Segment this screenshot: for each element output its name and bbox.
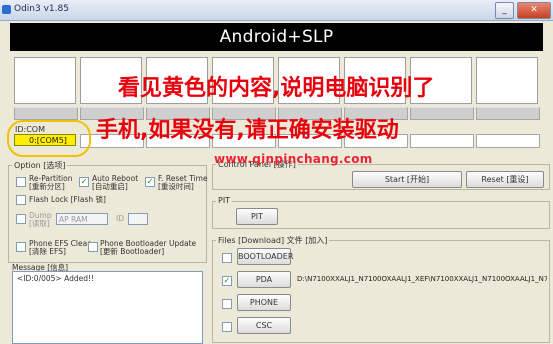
dump-id-label: ID	[116, 214, 124, 223]
progress-bar	[410, 107, 474, 120]
flash-lock-label: Flash Lock [Flash 锁]	[29, 195, 106, 204]
phone-button[interactable]: PHONE	[237, 294, 291, 311]
pda-button[interactable]: PDA	[237, 271, 291, 288]
auto-reboot-checkbox[interactable]: ✓	[79, 177, 89, 187]
device-slot	[14, 57, 76, 104]
window-title: Odin3 v1.85	[14, 4, 69, 14]
watermark-text: www.qinpinchang.com	[214, 152, 373, 166]
minimize-button[interactable]: _	[495, 2, 514, 19]
phone-bootloader-update-label-cn: [更新 Bootloader]	[100, 247, 165, 256]
dump-label-cn: [读取]	[29, 219, 50, 228]
phone-efs-clear-label-cn: [清除 EFS]	[29, 247, 66, 256]
pda-path: D:\N7100XXALJ1_N7100OXAALJ1_XEF\N7100XXA…	[297, 275, 548, 283]
pit-button[interactable]: PIT	[236, 208, 278, 225]
csc-checkbox[interactable]	[222, 322, 232, 332]
message-log[interactable]: <ID:0/005> Added!!	[12, 271, 203, 344]
re-partition-label-cn: [重新分区]	[29, 182, 65, 191]
pda-checkbox[interactable]: ✓	[222, 276, 232, 286]
flash-lock-checkbox[interactable]	[16, 195, 26, 205]
start-button[interactable]: Start [开始]	[352, 171, 462, 188]
bootloader-button[interactable]: BOOTLOADER	[237, 248, 293, 265]
mode-banner: Android+SLP	[10, 23, 543, 51]
reset-button[interactable]: Reset [重设]	[466, 171, 544, 188]
re-partition-checkbox[interactable]	[16, 177, 26, 187]
app-icon	[2, 5, 11, 14]
progress-bar	[14, 107, 78, 120]
auto-reboot-label-cn: [自动重启]	[92, 182, 128, 191]
device-slot	[476, 57, 538, 104]
phone-bootloader-update-checkbox[interactable]	[88, 242, 98, 252]
option-group-title: Option [选项]	[12, 160, 68, 171]
dump-target-select[interactable]: AP RAM	[56, 213, 108, 225]
f-reset-time-label-cn: [重设时间]	[158, 182, 194, 191]
annotation-line-1: 看见黄色的内容,说明电脑识别了	[118, 76, 435, 101]
progress-bar	[476, 107, 540, 120]
phone-checkbox[interactable]	[222, 299, 232, 309]
dump-id-field[interactable]	[128, 213, 148, 225]
csc-path	[298, 319, 544, 331]
com-highlight-circle	[7, 120, 91, 157]
f-reset-time-checkbox[interactable]: ✓	[145, 177, 155, 187]
title-bar: Odin3 v1.85 _ ✕	[0, 0, 553, 21]
dump-checkbox[interactable]	[16, 214, 26, 224]
close-button[interactable]: ✕	[517, 2, 551, 19]
csc-button[interactable]: CSC	[237, 317, 291, 334]
phone-efs-clear-checkbox[interactable]	[16, 242, 26, 252]
com-port-slot	[476, 134, 540, 148]
phone-path	[298, 296, 544, 308]
bootloader-checkbox[interactable]	[222, 253, 232, 263]
bootloader-path	[298, 250, 544, 262]
com-port-slot	[410, 134, 474, 148]
message-log-line: <ID:0/005> Added!!	[17, 274, 94, 283]
annotation-line-2: 手机,如果没有,请正确安装驱动	[96, 118, 399, 143]
pit-title: PIT	[216, 196, 233, 205]
files-title: Files [Download] 文件 [加入]	[216, 235, 330, 246]
